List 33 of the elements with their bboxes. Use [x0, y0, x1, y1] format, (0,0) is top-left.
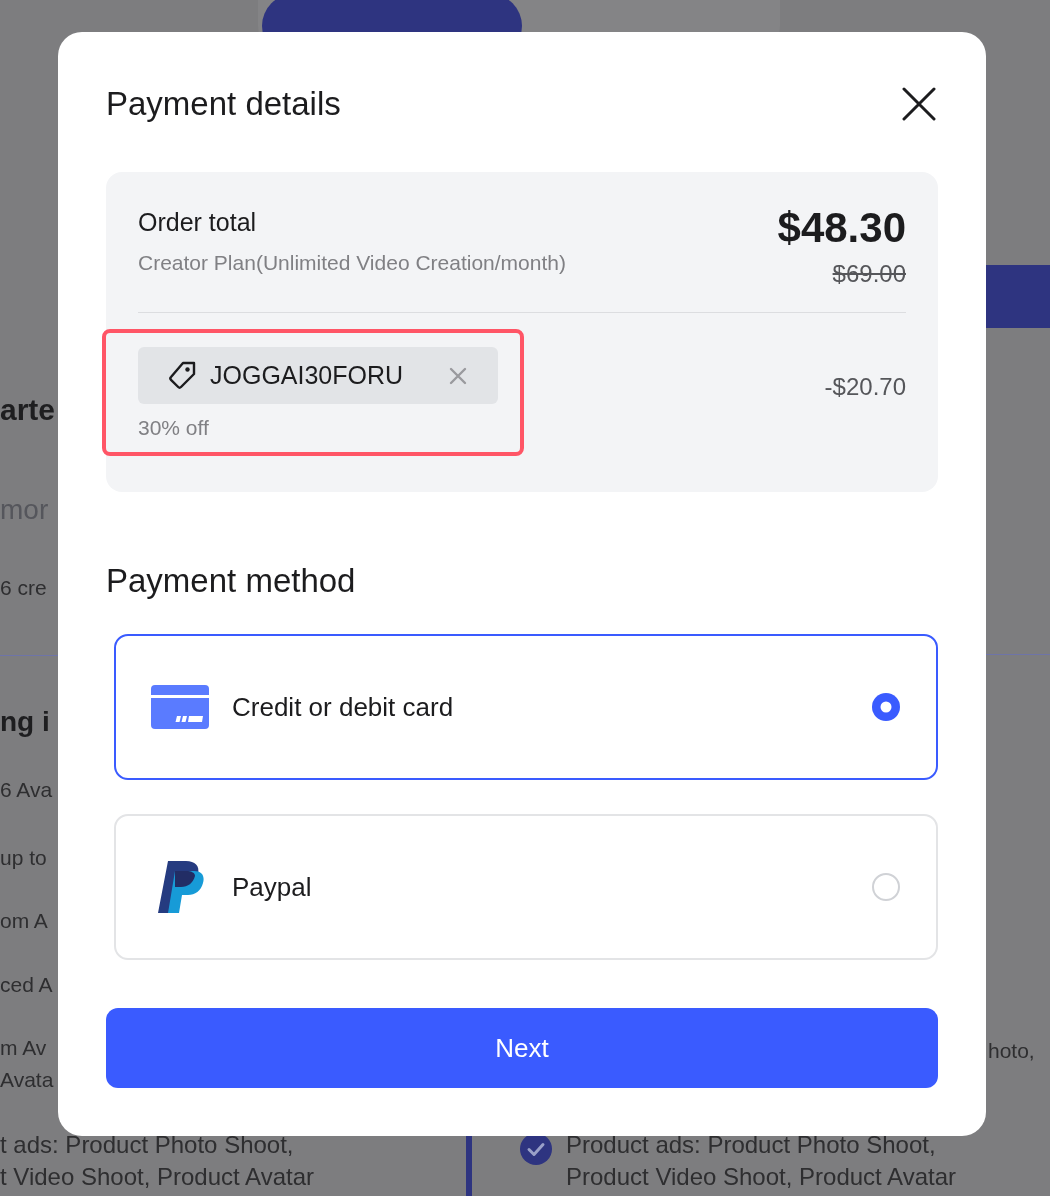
next-button[interactable]: Next [106, 1008, 938, 1088]
original-price: $69.00 [832, 260, 906, 288]
credit-card-icon [151, 685, 209, 729]
radio-button[interactable] [872, 873, 900, 901]
payment-option[interactable]: Credit or debit card [114, 634, 938, 780]
feature-text: hoto, [987, 1038, 1035, 1064]
plan-title: arte [0, 394, 56, 426]
coupon-code: JOGGAI30FORU [210, 361, 405, 390]
option-label: Credit or debit card [232, 691, 455, 723]
discount-amount: -$20.70 [824, 373, 906, 402]
feature-text: 6 cre [0, 575, 47, 601]
payment-option[interactable]: Paypal [114, 814, 938, 960]
tag-icon [166, 359, 198, 392]
dialog-title: Payment details [106, 85, 341, 123]
paypal-icon [156, 859, 204, 915]
close-button[interactable] [902, 87, 936, 121]
total-price: $48.30 [777, 204, 906, 252]
feature-text: up to [0, 845, 47, 871]
feature-text: m Av [0, 1035, 47, 1061]
discount-note: 30% off [138, 416, 210, 440]
plan-name: Creator Plan(Unlimited Video Creation/month) [138, 251, 566, 275]
feature-text: t ads: Product Photo Shoot, [0, 1130, 295, 1160]
radio-button[interactable] [872, 693, 900, 721]
feature-text: Avata [0, 1067, 54, 1093]
option-label: Paypal [232, 871, 313, 903]
feature-text: Product ads: Product Photo Shoot, Product Video Shoot, Product Avatar [566, 1130, 958, 1192]
feature-text: 6 Ava [0, 777, 53, 803]
order-total-label: Order total [138, 208, 258, 237]
feature-text: om A [0, 908, 48, 934]
section-heading: ng i [0, 706, 50, 738]
feature-text: ced A [0, 972, 53, 998]
feature-text: t Video Shoot, Product Avatar [0, 1162, 315, 1192]
section-title: Payment method [106, 562, 357, 600]
